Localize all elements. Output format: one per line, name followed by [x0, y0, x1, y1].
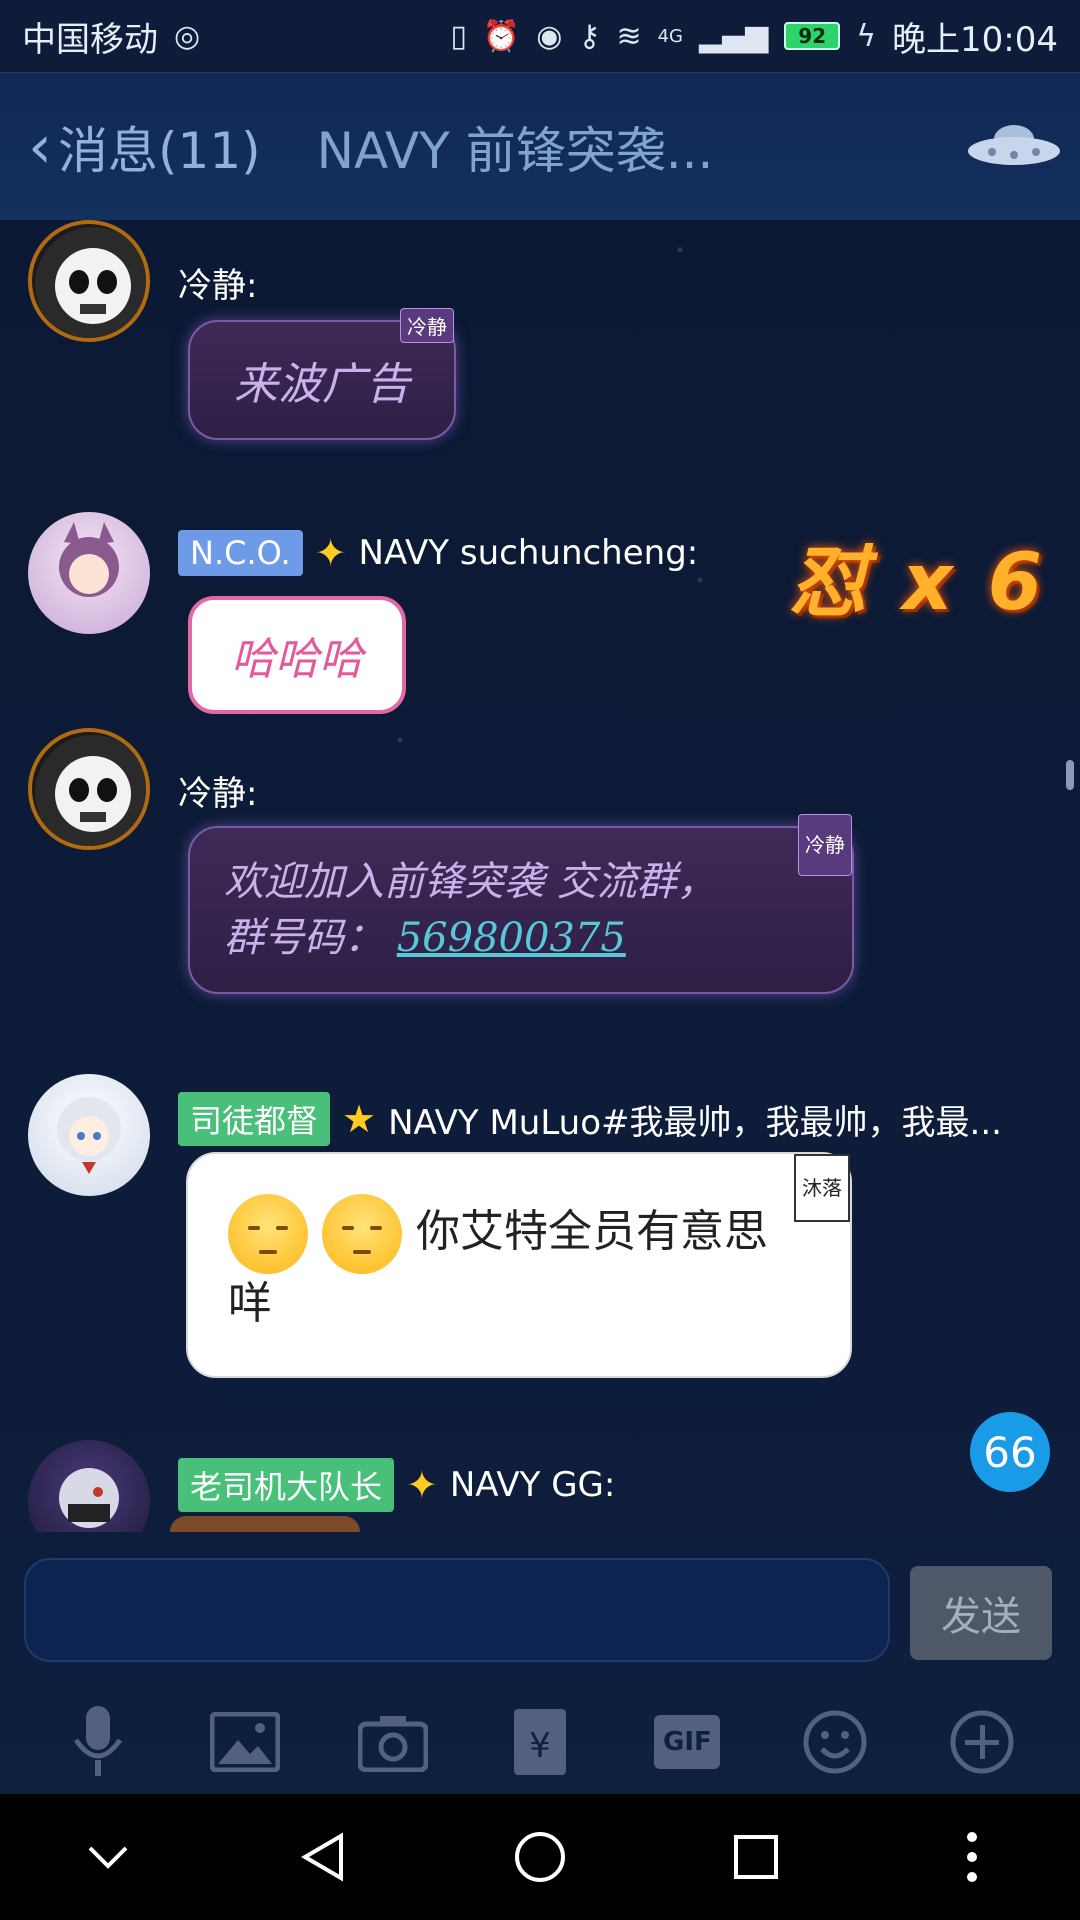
image-icon[interactable] — [205, 1702, 285, 1782]
back-nav-icon[interactable] — [284, 1817, 364, 1897]
star-badge-icon: ✦ — [314, 531, 347, 575]
sender-name: NAVY suchuncheng: — [358, 533, 699, 573]
input-bar: 发送 ¥ GIF — [0, 1532, 1080, 1794]
system-nav-bar — [0, 1794, 1080, 1920]
message-text: 欢迎加入前锋突袭 交流群， — [224, 859, 717, 905]
message-text: 哈哈哈 — [231, 634, 363, 685]
sender-name: NAVY GG: — [449, 1465, 616, 1505]
send-button[interactable]: 发送 — [910, 1566, 1052, 1660]
microphone-icon[interactable] — [58, 1702, 138, 1782]
message-bubble[interactable]: 冷静 欢迎加入前锋突袭 交流群， 群号码： 569800375 — [188, 814, 854, 994]
message-bubble-partial[interactable] — [170, 1516, 360, 1532]
hotspot-icon: ◎ — [174, 18, 201, 54]
recents-nav-icon[interactable] — [716, 1817, 796, 1897]
unread-count-badge[interactable]: 66 — [970, 1412, 1050, 1492]
message-text: 来波广告 — [234, 359, 410, 410]
collapse-icon[interactable] — [68, 1817, 148, 1897]
title-tag: 司徒都督 — [178, 1092, 331, 1146]
avatar[interactable] — [28, 728, 150, 850]
message-bubble[interactable]: 哈哈哈 — [188, 596, 406, 714]
message-bubble[interactable]: 冷静 来波广告 — [188, 308, 456, 440]
charging-icon: ϟ — [856, 18, 877, 54]
message-list[interactable]: 冷静: 冷静 来波广告 怼 x 6 N.C.O. ✦ NAVY suchunch… — [0, 220, 1080, 1532]
gif-icon[interactable]: GIF — [647, 1702, 727, 1782]
avatar[interactable] — [28, 1074, 150, 1196]
network-type: 4G — [657, 25, 683, 47]
home-nav-icon[interactable] — [500, 1817, 580, 1897]
ufo-menu-icon[interactable] — [964, 115, 1064, 175]
input-toolbar: ¥ GIF — [0, 1692, 1080, 1792]
anger-counter: 怼 x 6 — [789, 538, 1046, 628]
anime-avatar-icon — [59, 522, 119, 597]
anime-avatar-icon — [59, 1468, 119, 1528]
alarm-icon: ⏰ — [482, 18, 521, 54]
skull-avatar-icon — [35, 735, 146, 846]
pensive-emoji-icon — [322, 1194, 402, 1274]
battery-icon: 92 — [784, 22, 841, 50]
key-icon: ⚷ — [578, 18, 601, 54]
title-tag: 老司机大队长 — [178, 1458, 395, 1512]
sender-name: 冷静: — [178, 774, 258, 814]
skull-avatar-icon — [35, 227, 146, 338]
bubble-tag: 冷静 — [400, 308, 454, 343]
anime-avatar-icon — [57, 1097, 121, 1174]
message-text: 你艾特全员有意思 — [416, 1206, 768, 1257]
red-packet-icon[interactable]: ¥ — [500, 1702, 580, 1782]
message-text: 咩 — [228, 1278, 272, 1329]
vibrate-icon: ▯ — [450, 18, 467, 54]
bubble-tag: 冷静 — [798, 814, 852, 876]
avatar[interactable] — [28, 1440, 150, 1532]
chevron-left-icon: ‹ — [28, 111, 52, 182]
avatar[interactable] — [28, 220, 150, 342]
add-more-icon[interactable] — [942, 1702, 1022, 1782]
more-options-icon[interactable] — [932, 1817, 1012, 1897]
sender-name: NAVY MuLuo#我最帅，我最帅，我最... — [388, 1102, 1002, 1143]
signal-icon: ▂▄▆ — [699, 18, 769, 54]
status-bar: 中国移动 ◎ ▯ ⏰ ◉ ⚷ ≋ 4G ▂▄▆ 92 ϟ 晚上10:04 — [0, 0, 1080, 72]
message-text: 群号码： — [224, 915, 384, 961]
eye-icon: ◉ — [536, 18, 563, 54]
star-badge-icon: ★ — [342, 1097, 377, 1141]
sender-name: 冷静: — [178, 266, 258, 306]
star-badge-icon: ✦ — [406, 1463, 438, 1507]
bubble-tag: 沐落 — [794, 1154, 850, 1222]
camera-icon[interactable] — [353, 1702, 433, 1782]
chat-header: ‹ 消息(11) NAVY 前锋突袭... — [0, 72, 1080, 220]
group-number-link[interactable]: 569800375 — [397, 915, 626, 961]
scrollbar[interactable] — [1066, 760, 1074, 790]
message-input[interactable] — [24, 1558, 890, 1662]
avatar[interactable] — [28, 512, 150, 634]
emoji-icon[interactable] — [795, 1702, 875, 1782]
pensive-emoji-icon — [228, 1194, 308, 1274]
back-label: 消息(11) — [58, 121, 261, 180]
wifi-icon: ≋ — [616, 18, 642, 54]
back-button[interactable]: ‹ 消息(11) — [28, 111, 261, 183]
svg-text:¥: ¥ — [529, 1726, 551, 1766]
message-bubble[interactable]: 沐落 你艾特全员有意思 咩 — [186, 1152, 852, 1378]
carrier-label: 中国移动 — [22, 19, 158, 60]
clock: 晚上10:04 — [892, 19, 1058, 60]
chat-title: NAVY 前锋突袭... — [316, 121, 714, 180]
title-tag: N.C.O. — [178, 530, 303, 576]
